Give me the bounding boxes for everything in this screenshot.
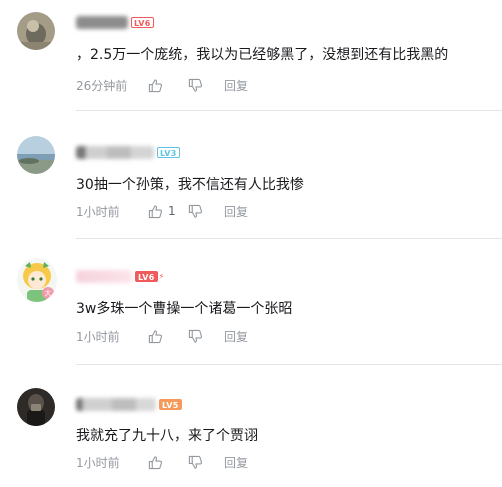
comment-time: 1小时前 [76, 204, 120, 219]
dislike-button[interactable] [188, 329, 224, 344]
thumbs-up-icon [148, 455, 163, 469]
avatar-image [17, 12, 55, 50]
comment-meta: 1小时前 回复 [76, 453, 248, 471]
thumbs-down-icon [188, 78, 203, 92]
reply-button[interactable]: 回复 [224, 454, 248, 471]
thumbs-down-icon [188, 204, 203, 218]
comment-time: 1小时前 [76, 329, 120, 344]
dislike-button[interactable] [188, 78, 224, 93]
comment-item: 大 LV6 ⚡ 3w多珠一个曹操一个诸葛一个张昭 1小时前 回复 [0, 238, 502, 365]
svg-text:大: 大 [45, 289, 52, 298]
level-badge: LV3 [157, 146, 180, 158]
username-row: LV3 [76, 144, 180, 160]
username-blurred[interactable] [76, 397, 156, 411]
comment-item: LV3 30抽一个孙策，我不信还有人比我惨 1小时前 1 回复 [0, 112, 502, 239]
dislike-button[interactable] [188, 455, 224, 470]
username-row: LV6 ⚡ [76, 268, 164, 284]
username-blurred[interactable] [76, 15, 128, 29]
username-row: LV6 [76, 14, 154, 30]
user-avatar[interactable] [17, 136, 55, 174]
user-avatar[interactable] [17, 388, 55, 426]
comment-text: ，2.5万一个庞统，我以为已经够黑了，没想到还有比我黑的 [76, 47, 449, 63]
thumbs-down-icon [188, 329, 203, 343]
comment-text: 30抽一个孙策，我不信还有人比我惨 [76, 177, 304, 193]
reply-button[interactable]: 回复 [224, 77, 248, 94]
level-badge: LV6 [131, 16, 154, 28]
comment-meta: 1小时前 回复 [76, 327, 248, 345]
thumbs-up-icon [148, 329, 163, 343]
comment-text: 我就充了九十八，来了个贾诩 [76, 428, 258, 444]
username-row: LV5 [76, 396, 182, 412]
like-button[interactable] [148, 78, 188, 93]
reply-button[interactable]: 回复 [224, 328, 248, 345]
comment-time: 26分钟前 [76, 78, 128, 93]
avatar-image: 大 [17, 258, 57, 302]
comment-time: 1小时前 [76, 455, 120, 470]
username-blurred[interactable] [76, 145, 154, 159]
divider [76, 110, 502, 111]
avatar-image [17, 388, 55, 426]
thumbs-up-icon [148, 204, 163, 218]
like-button[interactable] [148, 329, 188, 344]
thumbs-up-icon [148, 78, 163, 92]
user-avatar[interactable]: 大 [17, 258, 57, 302]
reply-button[interactable]: 回复 [224, 203, 248, 220]
user-avatar[interactable] [17, 12, 55, 50]
username-blurred[interactable] [76, 269, 132, 283]
level-badge: LV5 [159, 398, 182, 410]
avatar-image [17, 136, 55, 174]
level-badge: LV6 [135, 270, 158, 282]
dislike-button[interactable] [188, 204, 224, 219]
like-button[interactable] [148, 455, 188, 470]
comment-meta: 26分钟前 回复 [76, 76, 248, 94]
thumbs-down-icon [188, 455, 203, 469]
comment-text: 3w多珠一个曹操一个诸葛一个张昭 [76, 301, 293, 317]
comment-meta: 1小时前 1 回复 [76, 202, 248, 220]
like-button[interactable]: 1 [148, 204, 188, 219]
lightning-icon: ⚡ [158, 271, 165, 281]
comment-item: LV5 我就充了九十八，来了个贾诩 1小时前 回复 [0, 364, 502, 487]
comment-item: LV6 ，2.5万一个庞统，我以为已经够黑了，没想到还有比我黑的 26分钟前 回… [0, 0, 502, 112]
like-count: 1 [168, 204, 176, 218]
